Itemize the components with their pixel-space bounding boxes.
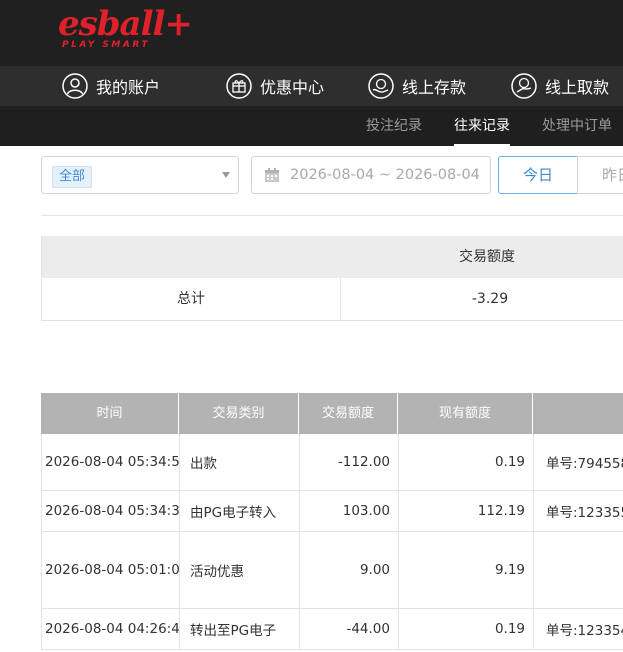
summary-total-label: 总计: [42, 278, 341, 320]
withdraw-icon: [511, 73, 537, 99]
summary-table: 交易额度 总计 -3.29: [41, 236, 623, 321]
main-nav: 我的账户 优惠中心 线上存款 线上取款: [0, 66, 623, 106]
cell-order-number: 单号:794558: [546, 456, 623, 472]
nav-promotions-label: 优惠中心: [260, 78, 325, 97]
tab-transaction-records[interactable]: 往来记录: [454, 106, 510, 146]
column-header-note: [533, 393, 623, 434]
nav-deposit[interactable]: 线上存款: [368, 66, 466, 106]
cell-type: 出款: [180, 434, 300, 490]
chevron-down-icon: [222, 172, 230, 178]
summary-total-value: -3.29: [471, 291, 509, 307]
date-range-input[interactable]: 2026-08-04 ~ 2026-08-04: [251, 156, 491, 194]
column-header-type: 交易类别: [179, 393, 299, 434]
cell-amount: 103.00: [300, 491, 399, 531]
column-header-time: 时间: [41, 393, 179, 434]
tab-pending-orders[interactable]: 处理中订单: [542, 106, 612, 146]
cell-amount: -112.00: [300, 434, 399, 490]
column-header-amount: 交易额度: [299, 393, 398, 434]
cell-order-number: [534, 532, 623, 608]
table-row: 2026-08-04 05:01:00 活动优惠 9.00 9.19: [41, 532, 623, 609]
nav-deposit-label: 线上存款: [402, 78, 467, 97]
cell-time: 2026-08-04 05:34:39: [42, 491, 180, 531]
transaction-type-select[interactable]: 全部: [41, 156, 239, 194]
logo-text: esball+: [58, 4, 193, 44]
cell-balance: 0.19: [399, 434, 534, 490]
top-header: esball+ PLAY SMART: [0, 0, 623, 66]
nav-promotions[interactable]: 优惠中心: [226, 66, 324, 106]
nav-my-account-label: 我的账户: [96, 78, 161, 97]
table-row: 2026-08-04 05:34:52 出款 -112.00 0.19 单号:7…: [41, 434, 623, 491]
cell-time: 2026-08-04 05:34:52: [42, 434, 180, 490]
brand-logo[interactable]: esball+ PLAY SMART: [58, 4, 193, 50]
calendar-icon: [265, 168, 279, 182]
cell-order-number: 单号:123355: [546, 505, 623, 521]
cell-type: 活动优惠: [180, 532, 300, 608]
today-button[interactable]: 今日: [498, 156, 578, 194]
selected-type-tag: 全部: [52, 166, 93, 188]
table-header: 时间 交易类别 交易额度 现有额度: [41, 393, 623, 434]
summary-header: 交易额度: [42, 236, 623, 278]
nav-withdraw-label: 线上取款: [545, 78, 610, 97]
cell-type: 转出至PG电子: [180, 609, 300, 649]
date-range-value: 2026-08-04 ~ 2026-08-04: [290, 167, 480, 183]
yesterday-button[interactable]: 昨日: [577, 156, 623, 194]
deposit-icon: [368, 73, 394, 99]
sub-nav: 投注纪录 往来记录 处理中订单: [0, 106, 623, 146]
cell-time: 2026-08-04 04:26:46: [42, 609, 180, 649]
cell-order-number: 单号:123354: [546, 623, 623, 639]
cell-balance: 0.19: [399, 609, 534, 649]
cell-amount: -44.00: [300, 609, 399, 649]
nav-withdraw[interactable]: 线上取款: [511, 66, 609, 106]
nav-my-account[interactable]: 我的账户: [62, 66, 160, 106]
cell-type: 由PG电子转入: [180, 491, 300, 531]
summary-header-label: 交易额度: [459, 249, 515, 265]
logo-tagline: PLAY SMART: [62, 40, 150, 50]
cell-balance: 9.19: [399, 532, 534, 608]
cell-time: 2026-08-04 05:01:00: [42, 532, 180, 608]
summary-row: 总计 -3.29: [42, 278, 623, 321]
cell-balance: 112.19: [399, 491, 534, 531]
cell-amount: 9.00: [300, 532, 399, 608]
table-row: 2026-08-04 04:26:46 转出至PG电子 -44.00 0.19 …: [41, 609, 623, 650]
divider: [41, 215, 623, 216]
table-row: 2026-08-04 05:34:39 由PG电子转入 103.00 112.1…: [41, 491, 623, 532]
tab-bet-records[interactable]: 投注纪录: [366, 106, 422, 146]
gift-icon: [226, 73, 252, 99]
user-icon: [62, 73, 88, 99]
column-header-balance: 现有额度: [398, 393, 533, 434]
